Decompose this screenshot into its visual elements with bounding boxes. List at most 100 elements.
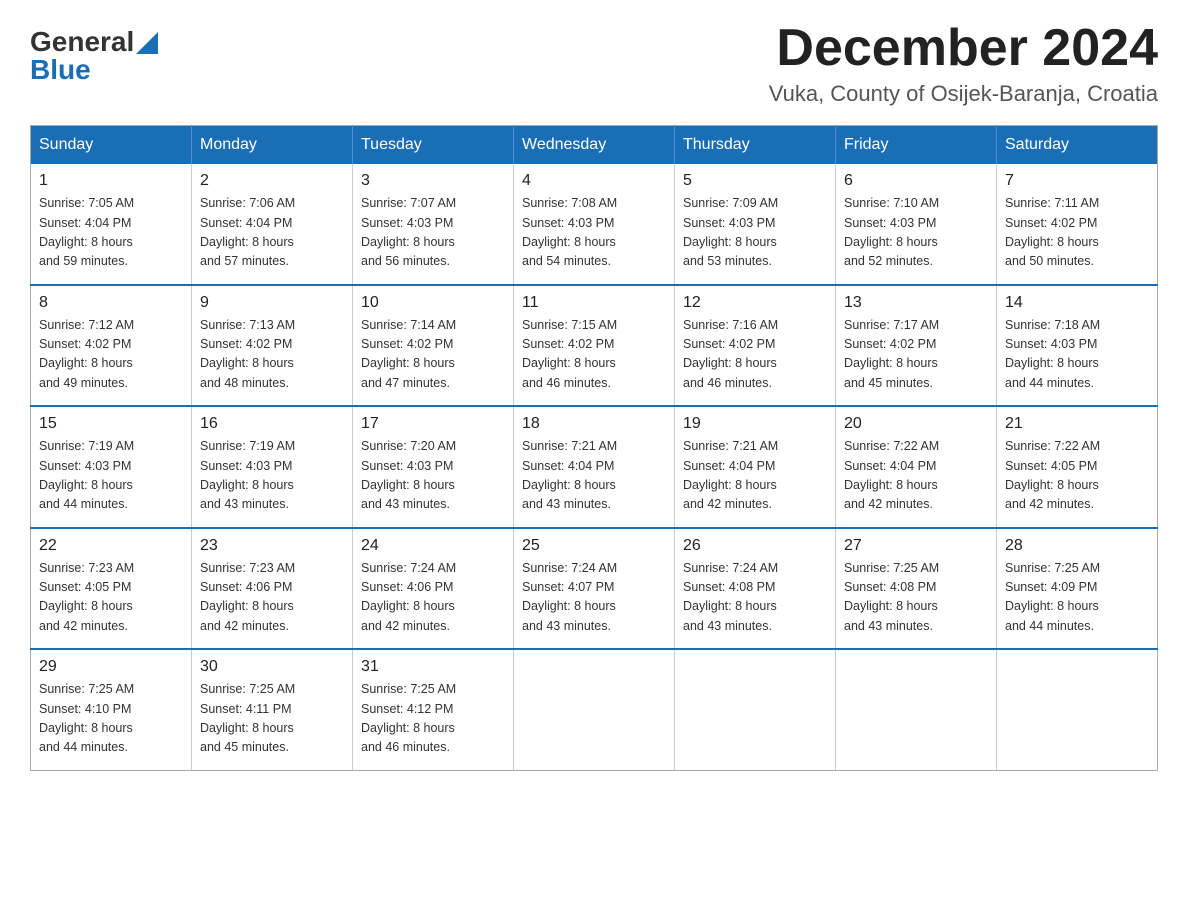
day-info: Sunrise: 7:06 AM Sunset: 4:04 PM Dayligh… xyxy=(200,194,344,272)
header: General Blue December 2024 Vuka, County … xyxy=(30,20,1158,107)
calendar-cell: 18 Sunrise: 7:21 AM Sunset: 4:04 PM Dayli… xyxy=(514,406,675,528)
calendar-table: SundayMondayTuesdayWednesdayThursdayFrid… xyxy=(30,125,1158,771)
calendar-cell: 15 Sunrise: 7:19 AM Sunset: 4:03 PM Dayli… xyxy=(31,406,192,528)
day-number: 15 xyxy=(39,415,183,433)
week-row-2: 8 Sunrise: 7:12 AM Sunset: 4:02 PM Daylig… xyxy=(31,285,1158,407)
day-number: 6 xyxy=(844,172,988,190)
day-number: 20 xyxy=(844,415,988,433)
weekday-header-monday: Monday xyxy=(192,126,353,165)
day-info: Sunrise: 7:22 AM Sunset: 4:05 PM Dayligh… xyxy=(1005,437,1149,515)
day-number: 13 xyxy=(844,294,988,312)
calendar-cell: 1 Sunrise: 7:05 AM Sunset: 4:04 PM Daylig… xyxy=(31,164,192,285)
day-info: Sunrise: 7:11 AM Sunset: 4:02 PM Dayligh… xyxy=(1005,194,1149,272)
calendar-cell: 6 Sunrise: 7:10 AM Sunset: 4:03 PM Daylig… xyxy=(836,164,997,285)
weekday-header-saturday: Saturday xyxy=(997,126,1158,165)
calendar-cell: 13 Sunrise: 7:17 AM Sunset: 4:02 PM Dayli… xyxy=(836,285,997,407)
calendar-cell: 22 Sunrise: 7:23 AM Sunset: 4:05 PM Dayli… xyxy=(31,528,192,650)
month-title: December 2024 xyxy=(769,20,1158,77)
day-number: 19 xyxy=(683,415,827,433)
calendar-cell: 10 Sunrise: 7:14 AM Sunset: 4:02 PM Dayli… xyxy=(353,285,514,407)
day-info: Sunrise: 7:23 AM Sunset: 4:05 PM Dayligh… xyxy=(39,559,183,637)
day-info: Sunrise: 7:12 AM Sunset: 4:02 PM Dayligh… xyxy=(39,316,183,394)
day-number: 27 xyxy=(844,537,988,555)
calendar-cell xyxy=(997,649,1158,770)
day-info: Sunrise: 7:22 AM Sunset: 4:04 PM Dayligh… xyxy=(844,437,988,515)
weekday-header-friday: Friday xyxy=(836,126,997,165)
day-number: 24 xyxy=(361,537,505,555)
day-number: 17 xyxy=(361,415,505,433)
day-number: 5 xyxy=(683,172,827,190)
day-info: Sunrise: 7:19 AM Sunset: 4:03 PM Dayligh… xyxy=(39,437,183,515)
day-number: 1 xyxy=(39,172,183,190)
calendar-cell: 14Sunrise: 7:18 AM Sunset: 4:03 PM Dayli… xyxy=(997,285,1158,407)
day-number: 2 xyxy=(200,172,344,190)
calendar-cell: 28 Sunrise: 7:25 AM Sunset: 4:09 PM Dayli… xyxy=(997,528,1158,650)
logo-blue-text: Blue xyxy=(30,56,91,84)
day-number: 7 xyxy=(1005,172,1149,190)
day-info: Sunrise: 7:25 AM Sunset: 4:10 PM Dayligh… xyxy=(39,680,183,758)
day-info: Sunrise: 7:14 AM Sunset: 4:02 PM Dayligh… xyxy=(361,316,505,394)
day-number: 30 xyxy=(200,658,344,676)
title-area: December 2024 Vuka, County of Osijek-Bar… xyxy=(769,20,1158,107)
day-info: Sunrise: 7:15 AM Sunset: 4:02 PM Dayligh… xyxy=(522,316,666,394)
weekday-header-sunday: Sunday xyxy=(31,126,192,165)
day-info: Sunrise: 7:24 AM Sunset: 4:06 PM Dayligh… xyxy=(361,559,505,637)
day-number: 12 xyxy=(683,294,827,312)
week-row-1: 1 Sunrise: 7:05 AM Sunset: 4:04 PM Daylig… xyxy=(31,164,1158,285)
calendar-cell: 2 Sunrise: 7:06 AM Sunset: 4:04 PM Daylig… xyxy=(192,164,353,285)
calendar-cell: 21 Sunrise: 7:22 AM Sunset: 4:05 PM Dayli… xyxy=(997,406,1158,528)
day-info: Sunrise: 7:10 AM Sunset: 4:03 PM Dayligh… xyxy=(844,194,988,272)
week-row-5: 29 Sunrise: 7:25 AM Sunset: 4:10 PM Dayli… xyxy=(31,649,1158,770)
day-number: 22 xyxy=(39,537,183,555)
calendar-cell: 11 Sunrise: 7:15 AM Sunset: 4:02 PM Dayli… xyxy=(514,285,675,407)
day-info: Sunrise: 7:25 AM Sunset: 4:09 PM Dayligh… xyxy=(1005,559,1149,637)
calendar-cell: 25Sunrise: 7:24 AM Sunset: 4:07 PM Dayli… xyxy=(514,528,675,650)
logo-triangle-icon xyxy=(136,32,158,54)
day-info: Sunrise: 7:18 AM Sunset: 4:03 PM Dayligh… xyxy=(1005,316,1149,394)
day-info: Sunrise: 7:16 AM Sunset: 4:02 PM Dayligh… xyxy=(683,316,827,394)
day-info: Sunrise: 7:19 AM Sunset: 4:03 PM Dayligh… xyxy=(200,437,344,515)
calendar-cell: 9Sunrise: 7:13 AM Sunset: 4:02 PM Daylig… xyxy=(192,285,353,407)
day-number: 10 xyxy=(361,294,505,312)
logo-general-text: General xyxy=(30,28,134,56)
day-number: 8 xyxy=(39,294,183,312)
day-info: Sunrise: 7:21 AM Sunset: 4:04 PM Dayligh… xyxy=(522,437,666,515)
day-info: Sunrise: 7:17 AM Sunset: 4:02 PM Dayligh… xyxy=(844,316,988,394)
calendar-cell xyxy=(836,649,997,770)
day-number: 29 xyxy=(39,658,183,676)
day-info: Sunrise: 7:08 AM Sunset: 4:03 PM Dayligh… xyxy=(522,194,666,272)
day-info: Sunrise: 7:25 AM Sunset: 4:12 PM Dayligh… xyxy=(361,680,505,758)
location-title: Vuka, County of Osijek-Baranja, Croatia xyxy=(769,81,1158,107)
day-info: Sunrise: 7:25 AM Sunset: 4:11 PM Dayligh… xyxy=(200,680,344,758)
calendar-cell: 20 Sunrise: 7:22 AM Sunset: 4:04 PM Dayli… xyxy=(836,406,997,528)
day-info: Sunrise: 7:24 AM Sunset: 4:08 PM Dayligh… xyxy=(683,559,827,637)
day-number: 21 xyxy=(1005,415,1149,433)
calendar-cell: 4Sunrise: 7:08 AM Sunset: 4:03 PM Daylig… xyxy=(514,164,675,285)
weekday-header-tuesday: Tuesday xyxy=(353,126,514,165)
calendar-cell xyxy=(514,649,675,770)
day-number: 18 xyxy=(522,415,666,433)
day-info: Sunrise: 7:09 AM Sunset: 4:03 PM Dayligh… xyxy=(683,194,827,272)
calendar-cell: 12 Sunrise: 7:16 AM Sunset: 4:02 PM Dayli… xyxy=(675,285,836,407)
day-number: 3 xyxy=(361,172,505,190)
logo: General Blue xyxy=(30,28,158,84)
calendar-cell: 8 Sunrise: 7:12 AM Sunset: 4:02 PM Daylig… xyxy=(31,285,192,407)
week-row-3: 15 Sunrise: 7:19 AM Sunset: 4:03 PM Dayli… xyxy=(31,406,1158,528)
day-number: 25 xyxy=(522,537,666,555)
calendar-cell: 3Sunrise: 7:07 AM Sunset: 4:03 PM Daylig… xyxy=(353,164,514,285)
day-number: 28 xyxy=(1005,537,1149,555)
calendar-cell: 24 Sunrise: 7:24 AM Sunset: 4:06 PM Dayli… xyxy=(353,528,514,650)
day-number: 11 xyxy=(522,294,666,312)
calendar-cell: 19 Sunrise: 7:21 AM Sunset: 4:04 PM Dayli… xyxy=(675,406,836,528)
day-number: 31 xyxy=(361,658,505,676)
calendar-cell: 16Sunrise: 7:19 AM Sunset: 4:03 PM Dayli… xyxy=(192,406,353,528)
calendar-cell: 7 Sunrise: 7:11 AM Sunset: 4:02 PM Daylig… xyxy=(997,164,1158,285)
calendar-cell: 26Sunrise: 7:24 AM Sunset: 4:08 PM Dayli… xyxy=(675,528,836,650)
day-info: Sunrise: 7:05 AM Sunset: 4:04 PM Dayligh… xyxy=(39,194,183,272)
calendar-cell: 5 Sunrise: 7:09 AM Sunset: 4:03 PM Daylig… xyxy=(675,164,836,285)
day-info: Sunrise: 7:21 AM Sunset: 4:04 PM Dayligh… xyxy=(683,437,827,515)
calendar-cell: 27Sunrise: 7:25 AM Sunset: 4:08 PM Dayli… xyxy=(836,528,997,650)
calendar-cell xyxy=(675,649,836,770)
week-row-4: 22 Sunrise: 7:23 AM Sunset: 4:05 PM Dayli… xyxy=(31,528,1158,650)
weekday-header-thursday: Thursday xyxy=(675,126,836,165)
